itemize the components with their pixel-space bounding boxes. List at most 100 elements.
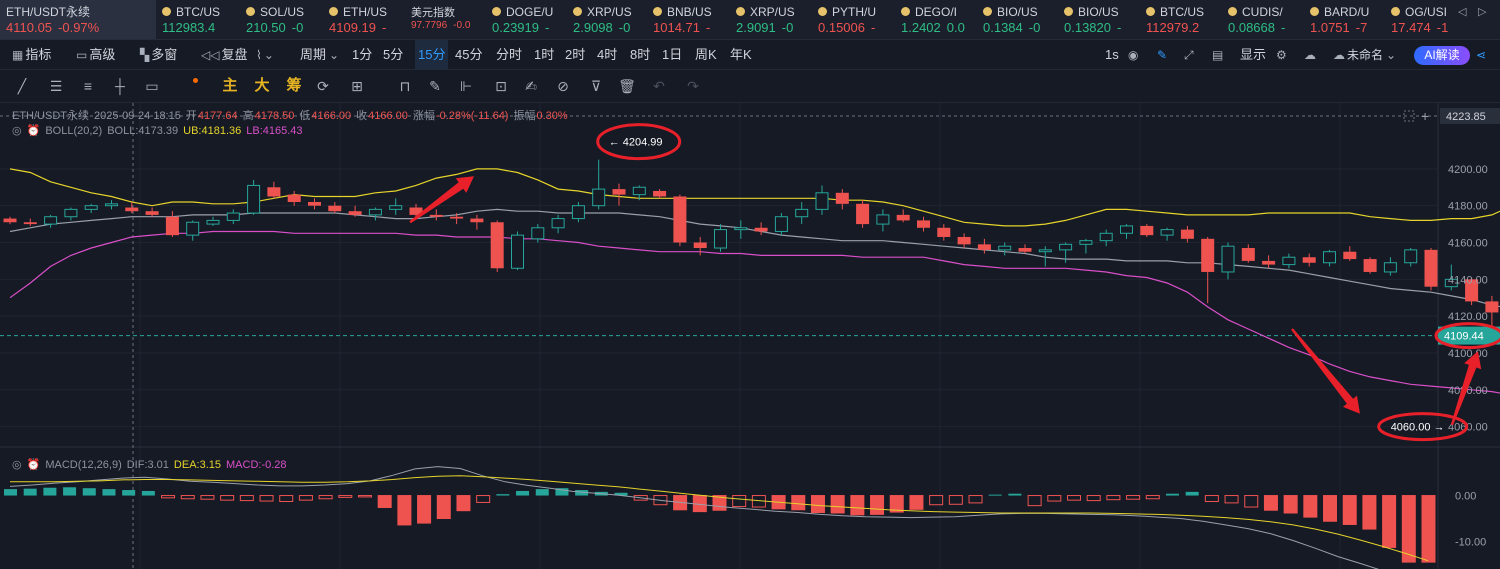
- layout-button[interactable]: ▤: [1212, 40, 1225, 70]
- candle[interactable]: [308, 198, 321, 210]
- candle[interactable]: [937, 224, 951, 241]
- candle[interactable]: [957, 233, 971, 249]
- advanced-button[interactable]: ▭ 高级: [76, 40, 115, 70]
- candle[interactable]: [1323, 249, 1336, 267]
- replay-button[interactable]: ◁◁ 复盘: [201, 40, 247, 70]
- save-button[interactable]: ☁: [1304, 40, 1318, 70]
- candle[interactable]: [1120, 224, 1133, 239]
- ticker-item[interactable]: DEGO/I 1.2402 0.0: [895, 0, 977, 39]
- candle[interactable]: [714, 224, 727, 252]
- candle[interactable]: [470, 214, 484, 230]
- candle[interactable]: [896, 209, 910, 223]
- candle[interactable]: [1201, 236, 1215, 304]
- tool-6[interactable]: 大: [252, 76, 272, 96]
- alarm-icon[interactable]: ⏰: [27, 459, 41, 471]
- rectangle-icon[interactable]: ▭: [142, 76, 162, 96]
- candle[interactable]: [1099, 229, 1113, 247]
- candle[interactable]: [84, 203, 98, 214]
- candle[interactable]: [592, 159, 606, 210]
- line-tool-icon[interactable]: ╱: [12, 76, 32, 96]
- candle[interactable]: [977, 238, 991, 254]
- candle[interactable]: [653, 189, 667, 199]
- fib-icon[interactable]: ⊞: [347, 76, 367, 96]
- lock-icon[interactable]: ⊡: [491, 76, 511, 96]
- interval-6[interactable]: 2时: [565, 40, 585, 70]
- share-button[interactable]: ⋖: [1476, 40, 1488, 70]
- ai-interpret-button[interactable]: AI解读: [1414, 46, 1470, 65]
- eye-icon[interactable]: ◎: [12, 125, 22, 137]
- parallel-lines-icon[interactable]: ☰: [46, 76, 66, 96]
- candle[interactable]: [673, 194, 687, 247]
- candle[interactable]: [389, 198, 403, 215]
- screenshot-button[interactable]: ◉: [1128, 40, 1140, 70]
- ticker-item[interactable]: BTC/US 112979.2: [1140, 0, 1222, 39]
- filter-icon[interactable]: ⊽: [586, 76, 606, 96]
- layout-name-dropdown[interactable]: ☁ 未命名 ⌄: [1333, 40, 1398, 70]
- candle[interactable]: [1363, 257, 1377, 274]
- candle[interactable]: [835, 189, 849, 210]
- undo-icon[interactable]: ↶: [649, 76, 669, 96]
- candle[interactable]: [3, 216, 17, 225]
- candle[interactable]: [551, 214, 565, 234]
- candle[interactable]: [815, 185, 829, 215]
- candle[interactable]: [105, 200, 118, 210]
- candle[interactable]: [490, 220, 504, 272]
- add-icon[interactable]: +: [1421, 108, 1429, 124]
- ruler-icon[interactable]: ⊩: [456, 76, 476, 96]
- candle[interactable]: [328, 202, 342, 214]
- tool-5[interactable]: 主: [220, 76, 240, 96]
- candle[interactable]: [1140, 224, 1154, 237]
- candle[interactable]: [1424, 248, 1438, 291]
- candle[interactable]: [429, 209, 443, 221]
- candle[interactable]: [44, 214, 58, 228]
- candle[interactable]: [226, 209, 240, 225]
- indicators-button[interactable]: ▦ 指标: [12, 40, 51, 70]
- candle[interactable]: [917, 216, 930, 232]
- candlestick-chart[interactable]: 4200.00 4180.00 4160.00 4140.00 4120.00 4100.…: [0, 103, 1500, 569]
- chevron-right-icon[interactable]: ▷: [1478, 5, 1486, 18]
- candle[interactable]: [267, 181, 281, 199]
- candle[interactable]: [287, 190, 301, 206]
- candle[interactable]: [998, 242, 1012, 256]
- ticker-item[interactable]: SOL/US 210.50 -0: [240, 0, 322, 39]
- trash-icon[interactable]: 🗑: [617, 76, 637, 96]
- refresh-rate-button[interactable]: 1s: [1105, 40, 1119, 70]
- interval-0[interactable]: 1分: [352, 40, 372, 70]
- candle[interactable]: [368, 207, 382, 221]
- interval-5[interactable]: 1时: [534, 40, 554, 70]
- interval-2[interactable]: 15分: [415, 40, 449, 70]
- candle[interactable]: [511, 231, 524, 271]
- candle[interactable]: [876, 209, 890, 232]
- sync-icon[interactable]: ⟳: [313, 76, 333, 96]
- ticker-item[interactable]: CUDIS/0.08668-: [1222, 0, 1304, 39]
- candle[interactable]: [23, 218, 37, 226]
- interval-10[interactable]: 周K: [695, 40, 717, 70]
- chart-area[interactable]: 4200.00 4180.00 4160.00 4140.00 4120.00 4100.…: [0, 103, 1500, 569]
- alarm-icon[interactable]: ⏰: [27, 125, 41, 137]
- pencil-button[interactable]: ✎: [1157, 40, 1169, 70]
- magnet-icon[interactable]: ⊓: [395, 76, 415, 96]
- ticker-item[interactable]: XRP/US 2.9091 -0: [730, 0, 812, 39]
- interval-4[interactable]: 分时: [496, 40, 522, 70]
- candle[interactable]: [125, 202, 139, 214]
- note-icon[interactable]: ✍: [521, 76, 541, 96]
- candle[interactable]: [734, 220, 748, 239]
- candle[interactable]: [856, 200, 870, 228]
- candle[interactable]: [186, 220, 200, 241]
- candle[interactable]: [754, 222, 768, 236]
- candle[interactable]: [1018, 244, 1032, 254]
- tool-7[interactable]: 筹: [284, 76, 304, 96]
- candle[interactable]: [1383, 257, 1397, 276]
- candle[interactable]: [1282, 253, 1296, 269]
- candle[interactable]: [64, 207, 78, 221]
- horizontal-line-icon[interactable]: ┼: [110, 76, 130, 96]
- candle[interactable]: [612, 183, 626, 206]
- channel-icon[interactable]: ≡: [78, 76, 98, 96]
- candle[interactable]: [145, 207, 159, 217]
- candle[interactable]: [1404, 248, 1418, 267]
- candle[interactable]: [165, 211, 179, 237]
- candle[interactable]: [1160, 227, 1174, 241]
- ticker-item[interactable]: BARD/U 1.0751 -7: [1304, 0, 1386, 39]
- candle[interactable]: [1059, 242, 1073, 263]
- candle[interactable]: [1302, 253, 1316, 267]
